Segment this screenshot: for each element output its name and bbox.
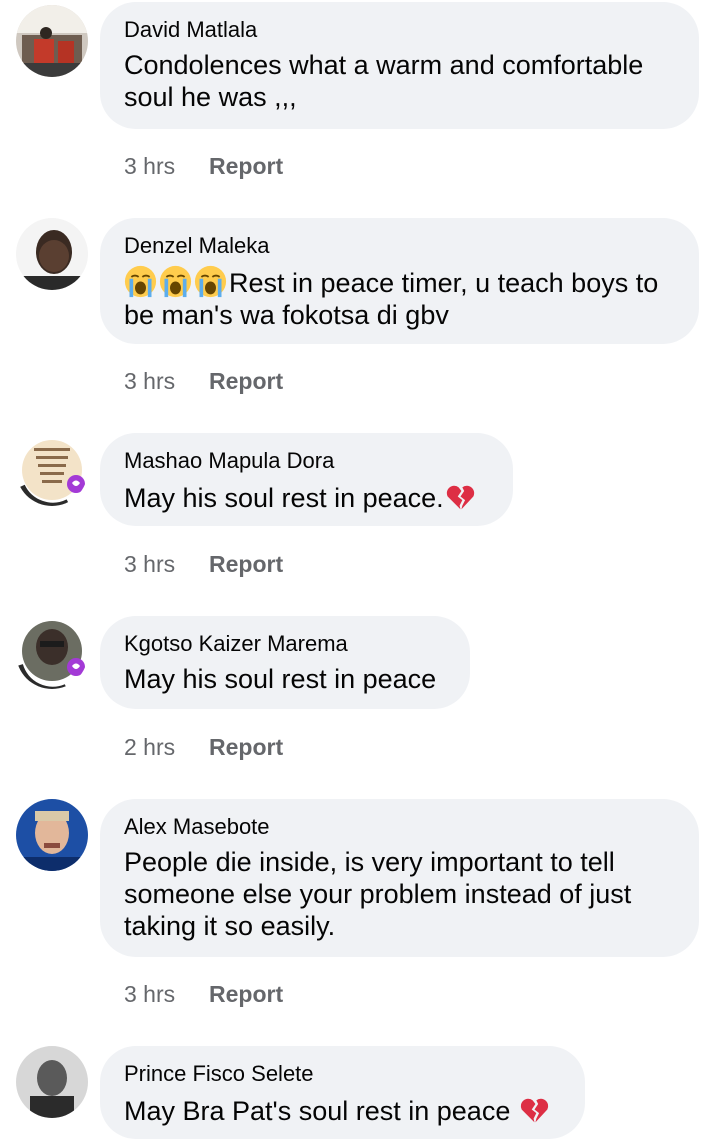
comment-bubble: Mashao Mapula Dora May his soul rest in … <box>100 433 513 526</box>
comment-text: May his soul rest in peace <box>124 664 437 694</box>
profile-photo-icon <box>16 218 88 290</box>
profile-photo-vaccine-frame-icon <box>16 434 88 506</box>
comment-bubble: Alex Masebote People die inside, is very… <box>100 799 699 957</box>
profile-photo-vaccine-frame-icon <box>16 617 88 689</box>
comment-meta: 3 hrs Report <box>124 549 283 579</box>
comment-bubble: Kgotso Kaizer Marema May his soul rest i… <box>100 616 470 709</box>
comment-meta: 3 hrs Report <box>124 366 283 396</box>
comment-text: May his soul rest in peace. <box>124 483 444 513</box>
avatar[interactable] <box>16 1046 88 1118</box>
comment-text-line: Rest in peace timer, u teach boys to be … <box>124 265 675 331</box>
comment-author[interactable]: Mashao Mapula Dora <box>124 446 489 476</box>
avatar[interactable] <box>16 218 88 290</box>
broken-heart-icon <box>444 480 477 513</box>
profile-photo-icon <box>16 5 88 77</box>
avatar[interactable] <box>16 5 88 77</box>
loudly-crying-face-icon <box>124 265 157 298</box>
comment-meta: 3 hrs Report <box>124 979 283 1009</box>
broken-heart-icon <box>518 1093 551 1126</box>
avatar[interactable] <box>16 434 88 506</box>
comment-bubble: Prince Fisco Selete May Bra Pat's soul r… <box>100 1046 585 1139</box>
avatar[interactable] <box>16 617 88 689</box>
comment-author[interactable]: David Matlala <box>124 15 675 45</box>
comment-text-line: May Bra Pat's soul rest in peace <box>124 1093 561 1127</box>
comment-time[interactable]: 2 hrs <box>124 732 209 762</box>
loudly-crying-face-icon <box>194 265 227 298</box>
comment-time[interactable]: 3 hrs <box>124 549 209 579</box>
comment-time[interactable]: 3 hrs <box>124 151 209 181</box>
report-button[interactable]: Report <box>209 551 283 577</box>
comment-meta: 3 hrs Report <box>124 151 283 181</box>
comment-meta: 2 hrs Report <box>124 732 283 762</box>
avatar[interactable] <box>16 799 88 871</box>
comment-text: May Bra Pat's soul rest in peace <box>124 1096 511 1126</box>
comment-text: People die inside, is very important to … <box>124 847 632 941</box>
loudly-crying-face-icon <box>159 265 192 298</box>
comment-time[interactable]: 3 hrs <box>124 979 209 1009</box>
comment-author[interactable]: Kgotso Kaizer Marema <box>124 629 446 659</box>
comment-text: Condolences what a warm and comfortable … <box>124 50 644 112</box>
profile-photo-icon <box>16 1046 88 1118</box>
comment-text-line: May his soul rest in peace. <box>124 480 489 514</box>
profile-photo-icon <box>16 799 88 871</box>
comment-author[interactable]: Denzel Maleka <box>124 231 675 261</box>
comment-bubble: David Matlala Condolences what a warm an… <box>100 2 699 129</box>
report-button[interactable]: Report <box>209 981 283 1007</box>
comment-time[interactable]: 3 hrs <box>124 366 209 396</box>
report-button[interactable]: Report <box>209 153 283 179</box>
report-button[interactable]: Report <box>209 734 283 760</box>
comment-author[interactable]: Prince Fisco Selete <box>124 1059 561 1089</box>
comment-bubble: Denzel Maleka Rest in peace timer, u tea… <box>100 218 699 344</box>
comment-author[interactable]: Alex Masebote <box>124 812 675 842</box>
report-button[interactable]: Report <box>209 368 283 394</box>
